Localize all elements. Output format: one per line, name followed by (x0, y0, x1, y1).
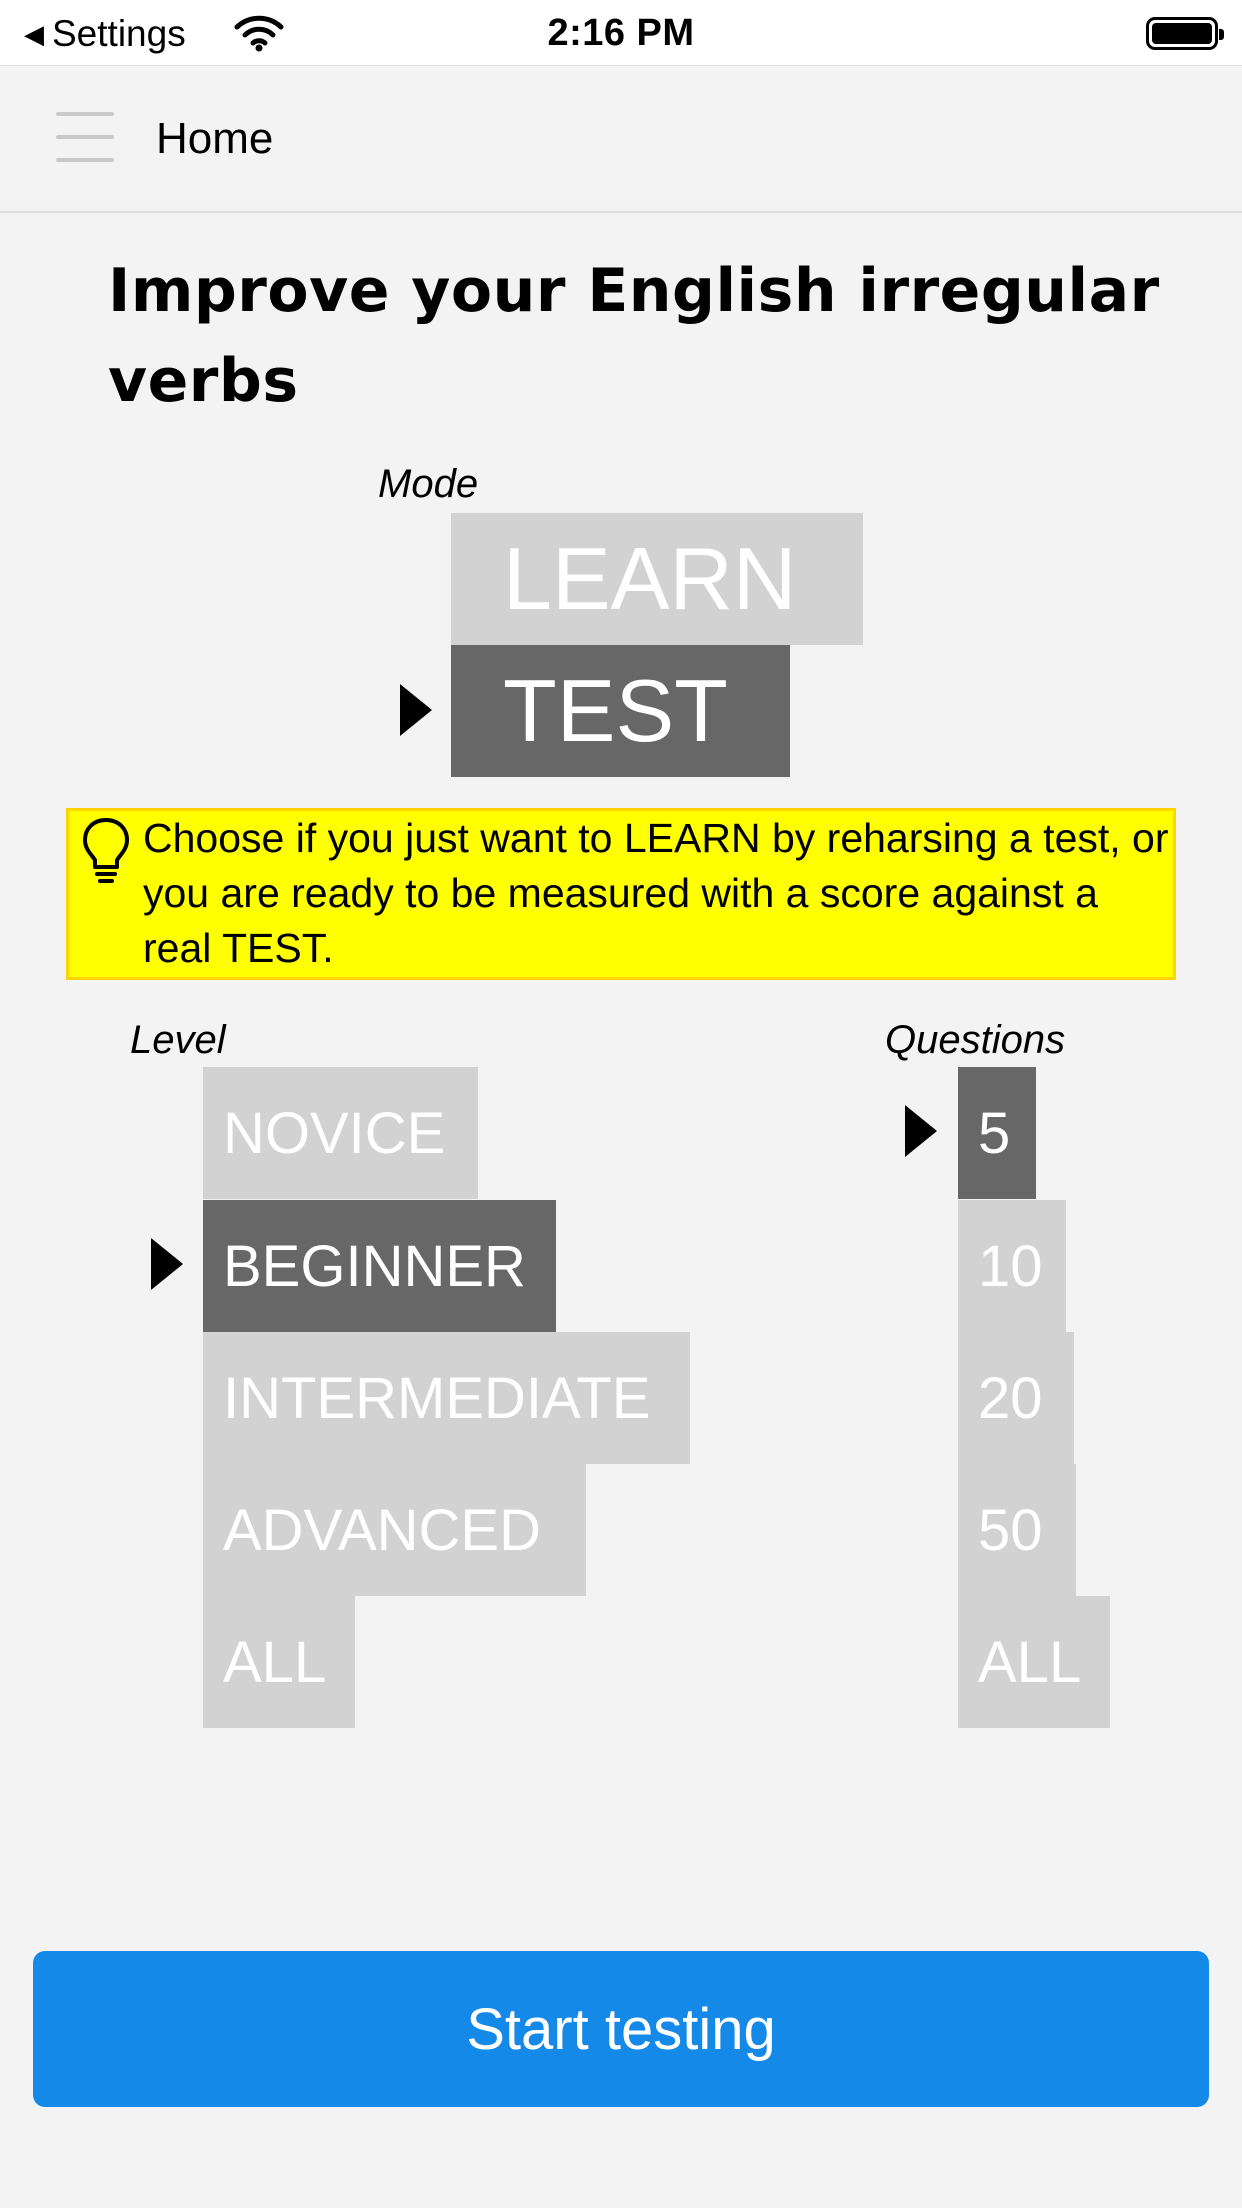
app-header: Home (0, 67, 1242, 213)
mode-option-test[interactable]: TEST (451, 645, 790, 777)
questions-option-20[interactable]: 20 (958, 1332, 1074, 1464)
status-time: 2:16 PM (547, 12, 695, 54)
status-bar: ◀ Settings 2:16 PM (0, 0, 1242, 66)
level-option-beginner[interactable]: BEGINNER (203, 1200, 556, 1332)
battery-icon (1146, 17, 1224, 50)
start-testing-button[interactable]: Start testing (33, 1951, 1209, 2107)
level-selected-pointer-icon (151, 1238, 183, 1290)
level-option-novice[interactable]: NOVICE (203, 1067, 478, 1199)
page-title: Improve your English irregular verbs (108, 256, 1160, 416)
mode-selected-pointer-icon (400, 684, 432, 736)
questions-option-all[interactable]: ALL (958, 1596, 1110, 1728)
header-title: Home (156, 114, 274, 163)
questions-option-50[interactable]: 50 (958, 1464, 1076, 1596)
hint-text: Choose if you just want to LEARN by reha… (143, 815, 1169, 971)
level-option-advanced[interactable]: ADVANCED (203, 1464, 586, 1596)
hamburger-menu-icon[interactable] (56, 112, 116, 164)
lightbulb-icon (83, 818, 129, 883)
level-option-intermediate[interactable]: INTERMEDIATE (203, 1332, 690, 1464)
mode-hint-box: Choose if you just want to LEARN by reha… (66, 808, 1176, 980)
mode-option-learn[interactable]: LEARN (451, 513, 863, 645)
questions-label: Questions (885, 1018, 1066, 1062)
level-label: Level (130, 1018, 226, 1062)
questions-selected-pointer-icon (905, 1105, 937, 1157)
mode-label: Mode (378, 462, 479, 506)
questions-option-10[interactable]: 10 (958, 1200, 1066, 1332)
questions-option-5[interactable]: 5 (958, 1067, 1036, 1199)
level-option-all[interactable]: ALL (203, 1596, 355, 1728)
